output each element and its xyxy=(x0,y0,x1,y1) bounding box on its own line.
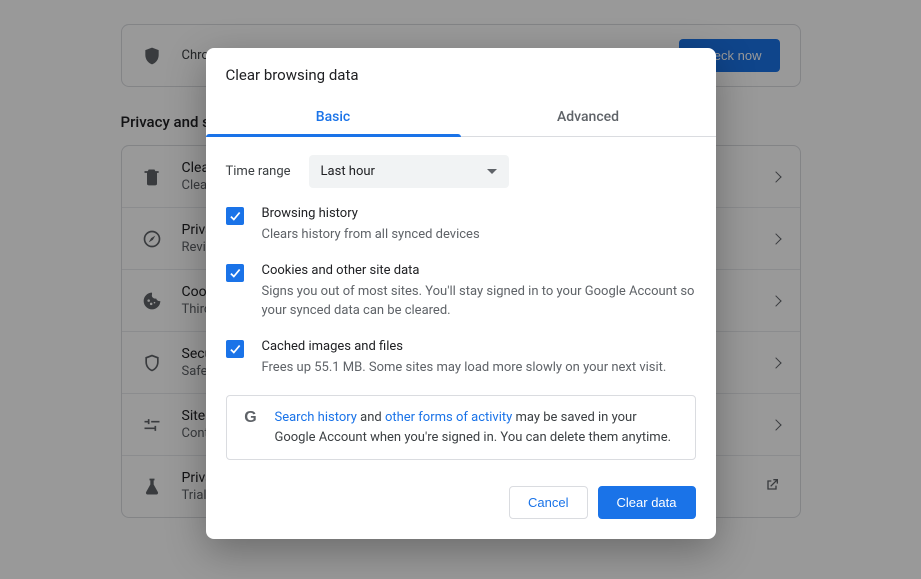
clear-data-button[interactable]: Clear data xyxy=(598,486,696,519)
time-range-label: Time range xyxy=(226,164,291,179)
search-history-link[interactable]: Search history xyxy=(275,410,357,425)
option-cookies[interactable]: Cookies and other site data Signs you ou… xyxy=(226,263,696,321)
cancel-button[interactable]: Cancel xyxy=(509,486,587,519)
time-range-value: Last hour xyxy=(321,164,375,179)
time-range-select[interactable]: Last hour xyxy=(309,155,509,188)
tab-basic[interactable]: Basic xyxy=(206,98,461,136)
option-title: Browsing history xyxy=(262,206,696,221)
option-subtitle: Clears history from all synced devices xyxy=(262,225,696,245)
google-account-info: G Search history and other forms of acti… xyxy=(226,395,696,460)
option-title: Cookies and other site data xyxy=(262,263,696,278)
info-text: Search history and other forms of activi… xyxy=(275,408,681,447)
modal-overlay[interactable]: Clear browsing data Basic Advanced Time … xyxy=(0,0,921,579)
dialog-title: Clear browsing data xyxy=(206,48,716,98)
dialog-tabs: Basic Advanced xyxy=(206,98,716,137)
google-g-icon: G xyxy=(241,408,261,428)
option-cached[interactable]: Cached images and files Frees up 55.1 MB… xyxy=(226,339,696,378)
option-subtitle: Frees up 55.1 MB. Some sites may load mo… xyxy=(262,358,696,378)
tab-advanced[interactable]: Advanced xyxy=(461,98,716,136)
option-browsing-history[interactable]: Browsing history Clears history from all… xyxy=(226,206,696,245)
option-title: Cached images and files xyxy=(262,339,696,354)
checkbox-checked-icon[interactable] xyxy=(226,340,244,358)
checkbox-checked-icon[interactable] xyxy=(226,264,244,282)
option-subtitle: Signs you out of most sites. You'll stay… xyxy=(262,282,696,321)
clear-browsing-data-dialog: Clear browsing data Basic Advanced Time … xyxy=(206,48,716,539)
dropdown-caret-icon xyxy=(487,169,497,174)
other-activity-link[interactable]: other forms of activity xyxy=(385,410,512,425)
checkbox-checked-icon[interactable] xyxy=(226,207,244,225)
